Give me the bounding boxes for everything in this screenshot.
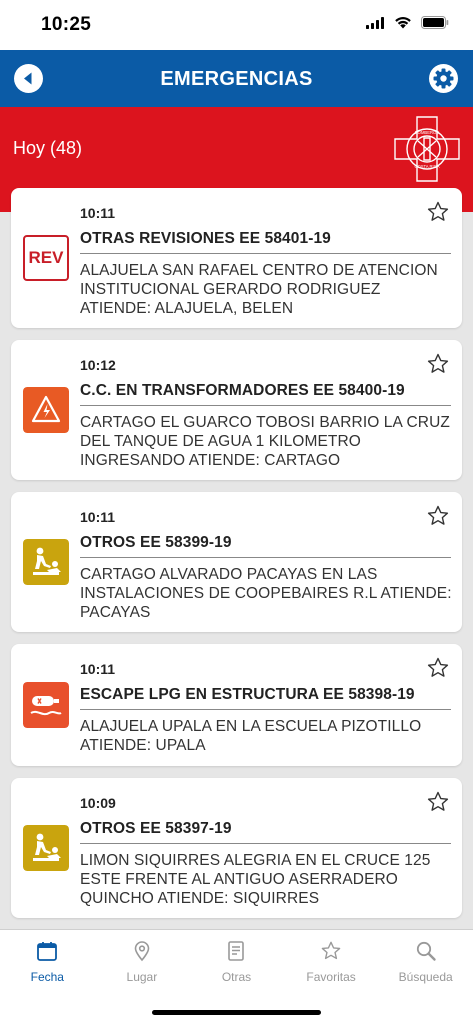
emergency-card[interactable]: 10:11 ESCAPE LPG EN ESTRUCTURA EE 58398-…: [11, 644, 462, 766]
card-divider: [80, 253, 451, 254]
card-title: OTROS EE 58397-19: [80, 820, 232, 837]
tab-lugar[interactable]: Lugar: [95, 930, 190, 990]
card-title: ESCAPE LPG EN ESTRUCTURA EE 58398-19: [80, 686, 415, 703]
card-divider: [80, 709, 451, 710]
tab-otras[interactable]: Otras: [189, 930, 284, 990]
status-time: 10:25: [41, 14, 92, 35]
tab-busqueda[interactable]: Búsqueda: [378, 930, 473, 990]
star-icon[interactable]: [426, 200, 450, 224]
card-description: ALAJUELA SAN RAFAEL CENTRO DE ATENCION I…: [80, 262, 438, 317]
tab-label: Fecha: [30, 970, 64, 984]
home-indicator[interactable]: [152, 1010, 321, 1015]
card-title: C.C. EN TRANSFORMADORES EE 58400-19: [80, 382, 405, 399]
signal-icon: [366, 16, 384, 29]
fire-department-logo: BOMBEROS COSTA RICA: [394, 116, 460, 182]
card-time: 10:12: [80, 357, 116, 373]
card-description: CARTAGO ALVARADO PACAYAS EN LAS INSTALAC…: [80, 566, 452, 621]
wifi-icon: [395, 17, 411, 29]
card-title: OTROS EE 58399-19: [80, 534, 232, 551]
tab-favoritas[interactable]: Favoritas: [284, 930, 379, 990]
rescue-person-icon: [23, 539, 69, 585]
page-title: EMERGENCIAS: [160, 68, 313, 90]
tab-fecha[interactable]: Fecha: [0, 930, 95, 990]
location-pin-icon: [134, 941, 150, 962]
status-bar: 10:25: [0, 0, 473, 50]
tab-label: Otras: [221, 970, 252, 984]
electric-warning-icon: [23, 387, 69, 433]
emergency-card[interactable]: 10:09 OTROS EE 58397-19 LIMON SIQUIRRES …: [11, 778, 462, 918]
tab-label: Búsqueda: [398, 970, 453, 984]
settings-button[interactable]: [429, 64, 458, 93]
emergency-card[interactable]: 10:12 C.C. EN TRANSFORMADORES EE 58400-1…: [11, 340, 462, 480]
tab-label: Favoritas: [306, 970, 356, 984]
star-icon[interactable]: [426, 790, 450, 814]
star-icon[interactable]: [426, 656, 450, 680]
logo-top-text: BOMBEROS: [415, 130, 439, 135]
card-time: 10:11: [80, 509, 116, 525]
rev-icon: REV: [23, 235, 69, 281]
card-divider: [80, 557, 451, 558]
nav-bar: EMERGENCIAS: [0, 50, 473, 107]
logo-bottom-text: COSTA RICA: [414, 164, 439, 169]
emergency-card[interactable]: 10:11 REV OTRAS REVISIONES EE 58401-19 A…: [11, 188, 462, 328]
emergency-list[interactable]: 10:11 REV OTRAS REVISIONES EE 58401-19 A…: [0, 187, 473, 929]
card-description: CARTAGO EL GUARCO TOBOSI BARRIO LA CRUZ …: [80, 414, 450, 469]
tab-label: Lugar: [126, 970, 158, 984]
document-icon: [228, 941, 245, 961]
card-description: ALAJUELA UPALA EN LA ESCUELA PIZOTILLO A…: [80, 718, 422, 754]
star-icon[interactable]: [426, 352, 450, 376]
gear-icon: [433, 68, 454, 89]
calendar-icon: [37, 942, 58, 961]
search-icon: [416, 941, 436, 961]
card-time: 10:11: [80, 205, 116, 221]
star-icon: [321, 941, 341, 960]
card-divider: [80, 405, 451, 406]
gas-leak-icon: [23, 682, 69, 728]
card-time: 10:11: [80, 661, 116, 677]
star-icon[interactable]: [426, 504, 450, 528]
card-time: 10:09: [80, 795, 116, 811]
card-title: OTRAS REVISIONES EE 58401-19: [80, 230, 331, 247]
rescue-person-icon: [23, 825, 69, 871]
tab-bar: Fecha Lugar Otras Favoritas Búsqueda: [0, 929, 473, 1024]
battery-icon: [421, 16, 449, 29]
card-description: LIMON SIQUIRRES ALEGRIA EN EL CRUCE 125 …: [80, 852, 431, 907]
day-count-label: Hoy (48): [13, 138, 83, 158]
emergency-card[interactable]: 10:11 OTROS EE 58399-19 CARTAGO ALVARADO…: [11, 492, 462, 632]
status-icons: [366, 16, 449, 29]
card-divider: [80, 843, 451, 844]
